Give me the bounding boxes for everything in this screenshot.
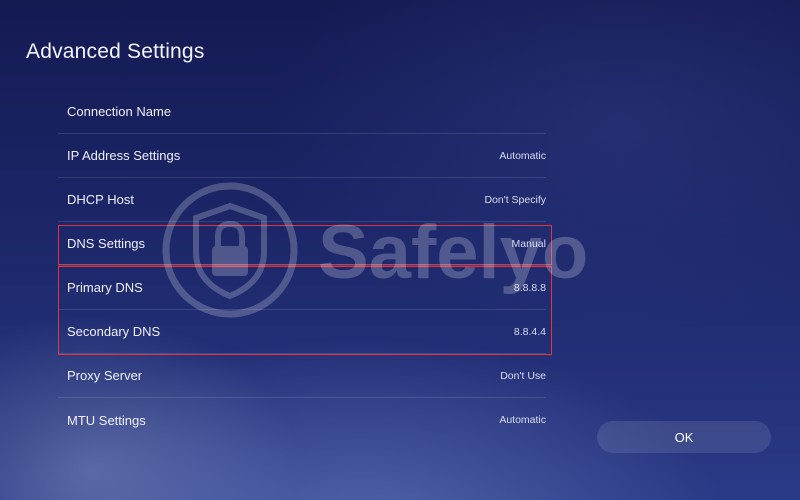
setting-row-proxy-server[interactable]: Proxy Server Don't Use bbox=[58, 354, 546, 398]
setting-row-dns-settings[interactable]: DNS Settings Manual bbox=[58, 222, 546, 266]
setting-label: DHCP Host bbox=[67, 192, 134, 207]
setting-value: 8.8.8.8 bbox=[513, 281, 546, 294]
setting-row-connection-name[interactable]: Connection Name bbox=[58, 90, 546, 134]
ok-button[interactable]: OK bbox=[597, 421, 771, 453]
setting-label: Primary DNS bbox=[67, 280, 143, 295]
setting-row-dhcp-host[interactable]: DHCP Host Don't Specify bbox=[58, 178, 546, 222]
setting-value: Automatic bbox=[499, 414, 546, 426]
setting-value: Don't Specify bbox=[484, 193, 546, 206]
setting-label: Connection Name bbox=[67, 104, 172, 119]
setting-value: Manual bbox=[511, 237, 546, 250]
page-title: Advanced Settings bbox=[26, 40, 205, 63]
setting-row-primary-dns[interactable]: Primary DNS 8.8.8.8 bbox=[58, 266, 546, 310]
setting-label: MTU Settings bbox=[67, 412, 146, 428]
setting-label: IP Address Settings bbox=[67, 148, 181, 163]
setting-row-mtu-settings[interactable]: MTU Settings Automatic bbox=[58, 398, 546, 442]
setting-row-secondary-dns[interactable]: Secondary DNS 8.8.4.4 bbox=[58, 310, 546, 354]
setting-row-ip-address-settings[interactable]: IP Address Settings Automatic bbox=[58, 134, 546, 178]
setting-value: Automatic bbox=[499, 149, 546, 162]
setting-label: DNS Settings bbox=[67, 236, 146, 251]
setting-label: Proxy Server bbox=[67, 368, 143, 383]
setting-value: Don't Use bbox=[500, 369, 546, 382]
setting-value: 8.8.4.4 bbox=[513, 325, 546, 338]
setting-label: Secondary DNS bbox=[67, 324, 161, 339]
settings-list: Connection Name IP Address Settings Auto… bbox=[58, 90, 546, 442]
